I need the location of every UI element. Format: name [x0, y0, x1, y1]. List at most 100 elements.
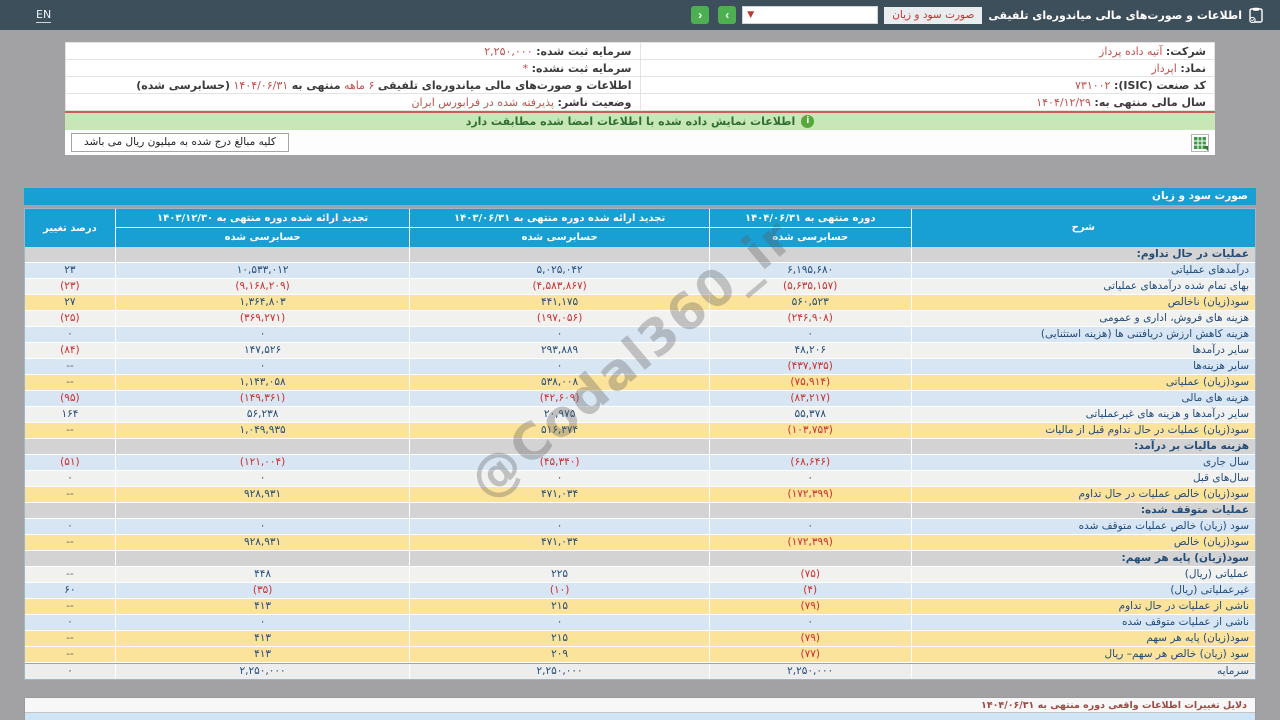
value-cell: -- [25, 423, 115, 438]
row-label: سایر درآمدها و هزینه های غیرعملیاتی [911, 407, 1255, 422]
value-cell: (۵,۶۳۵,۱۵۷) [709, 279, 911, 294]
row-label: سایر هزینه‌ها [911, 359, 1255, 374]
value-cell: (۹۵) [25, 391, 115, 406]
row-label: سال جاری [911, 455, 1255, 470]
report-period-cell: اطلاعات و صورت‌های مالی میاندوره‌ای تلفی… [66, 77, 641, 94]
row-label: عملیات متوقف شده: [911, 503, 1255, 518]
value-cell: ۰ [409, 615, 709, 630]
value-cell: ۱۴۷,۵۲۶ [115, 343, 410, 358]
value-cell: -- [25, 487, 115, 502]
clipboard-icon [1248, 7, 1264, 23]
value-cell: ۲۹۳,۸۸۹ [409, 343, 709, 358]
capital-label: سرمایه ثبت شده: [536, 45, 631, 58]
header-percent-change: درصد تغییر [25, 209, 115, 247]
value-cell: ۰ [25, 519, 115, 534]
value-cell: ۲,۲۵۰,۰۰۰ [115, 664, 410, 679]
value-cell: ۴۸,۲۰۶ [709, 343, 911, 358]
value-cell: ۲,۲۵۰,۰۰۰ [409, 664, 709, 679]
value-cell: ۲۷ [25, 295, 115, 310]
value-cell [25, 247, 115, 262]
info-row: کد صنعت (ISIC): ۷۳۱۰۰۲ اطلاعات و صورت‌ها… [66, 77, 1215, 94]
next-sheet-button[interactable]: › [718, 6, 736, 24]
row-label: بهای تمام شده درآمدهای عملیاتی [911, 279, 1255, 294]
report-prefix: اطلاعات و صورت‌های مالی میاندوره‌ای تلفی… [378, 79, 632, 92]
value-cell: (۴۲,۶۰۹) [409, 391, 709, 406]
symbol-value: اپرداز [1151, 62, 1176, 75]
value-cell: ۱,۱۴۳,۰۵۸ [115, 375, 410, 390]
table-row: بهای تمام شده درآمدهای عملیاتی(۵,۶۳۵,۱۵۷… [25, 279, 1255, 295]
table-title: صورت سود و زیان [24, 188, 1256, 205]
header-audited-label: حسابرسی شده [116, 228, 410, 247]
value-cell: (۹,۱۶۸,۲۰۹) [115, 279, 410, 294]
value-cell: (۷۹) [709, 599, 911, 614]
header-period-current: دوره منتهی به ۱۴۰۴/۰۶/۳۱ حسابرسی شده [709, 209, 911, 247]
table-row: هزینه های فروش، اداری و عمومی(۲۴۶,۹۰۸)(۱… [25, 311, 1255, 327]
table-row: سود(زیان) عملیاتی(۷۵,۹۱۴)۵۳۸,۰۰۸۱,۱۴۳,۰۵… [25, 375, 1255, 391]
value-cell: ۲,۲۵۰,۰۰۰ [709, 664, 911, 679]
value-cell: (۵۱) [25, 455, 115, 470]
previous-sheet-button[interactable]: ‹ [691, 6, 709, 24]
value-cell: ۰ [409, 471, 709, 486]
row-label: هزینه کاهش ارزش دریافتنی ها (هزینه استثن… [911, 327, 1255, 342]
table-row: سال جاری(۶۸,۶۴۶)(۴۵,۳۴۰)(۱۲۱,۰۰۴)(۵۱) [25, 455, 1255, 471]
unit-strip: کلیه مبالغ درج شده به میلیون ریال می باش… [65, 130, 1215, 155]
table-row: غیرعملیاتی (ریال)(۴)(۱۰)(۳۵)۶۰ [25, 583, 1255, 599]
value-cell: (۷۵) [709, 567, 911, 582]
value-cell [115, 439, 410, 454]
language-toggle-en[interactable]: EN [36, 8, 51, 23]
row-label: درآمدهای عملیاتی [911, 263, 1255, 278]
value-cell: (۴۵,۳۴۰) [409, 455, 709, 470]
unregistered-capital-label: سرمایه ثبت نشده: [532, 62, 632, 75]
value-cell: (۴۳۷,۷۳۵) [709, 359, 911, 374]
value-cell: -- [25, 535, 115, 550]
value-cell: (۱۰۳,۷۵۳) [709, 423, 911, 438]
company-value: آتیه داده پرداز [1099, 45, 1162, 58]
table-row: سود (زیان) خالص هر سهم– ریال(۷۷)۲۰۹۴۱۳-- [25, 647, 1255, 663]
value-cell: ۴۴۸ [115, 567, 410, 582]
row-label: سود(زیان) ناخالص [911, 295, 1255, 310]
value-cell: (۶۸,۶۴۶) [709, 455, 911, 470]
value-cell: (۷۹) [709, 631, 911, 646]
value-cell [709, 503, 911, 518]
fiscal-year-cell: سال مالی منتهی به: ۱۴۰۴/۱۲/۲۹ [640, 94, 1215, 111]
value-cell: ۰ [25, 664, 115, 679]
value-cell [25, 551, 115, 566]
row-label: سود (زیان) خالص عملیات متوقف شده [911, 519, 1255, 534]
unregistered-capital-value: * [523, 62, 529, 75]
fiscal-year-label: سال مالی منتهی به: [1094, 96, 1206, 109]
value-cell: ۰ [409, 327, 709, 342]
value-cell: ۴۱۳ [115, 631, 410, 646]
value-cell: ۵,۰۲۵,۰۴۲ [409, 263, 709, 278]
sheet-select-dropdown[interactable]: ▼ [742, 6, 878, 24]
table-row: سرمایه۲,۲۵۰,۰۰۰۲,۲۵۰,۰۰۰۲,۲۵۰,۰۰۰۰ [25, 663, 1255, 679]
value-cell: ۰ [409, 519, 709, 534]
value-cell: ۵۶,۲۳۸ [115, 407, 410, 422]
value-cell: ۹۲۸,۹۳۱ [115, 487, 410, 502]
value-cell: (۴,۵۸۳,۸۶۷) [409, 279, 709, 294]
company-cell: شرکت: آتیه داده پرداز [640, 43, 1215, 60]
footer-partial-row [25, 713, 1255, 720]
excel-export-icon[interactable] [1191, 134, 1209, 152]
value-cell: ۱۰,۵۳۳,۰۱۲ [115, 263, 410, 278]
value-cell [709, 439, 911, 454]
value-cell: (۳۵) [115, 583, 410, 598]
value-cell: ۰ [709, 519, 911, 534]
row-label: عملیاتی (ریال) [911, 567, 1255, 582]
value-cell: (۷۷) [709, 647, 911, 662]
value-cell: ۵۶۰,۵۲۳ [709, 295, 911, 310]
value-cell: ۲۱۵ [409, 631, 709, 646]
value-cell: ۲۱۵ [409, 599, 709, 614]
value-cell: ۲۰,۹۷۵ [409, 407, 709, 422]
fiscal-year-value: ۱۴۰۴/۱۲/۲۹ [1036, 96, 1091, 109]
value-cell: ۰ [25, 327, 115, 342]
value-cell: ۰ [115, 327, 410, 342]
row-label: سال‌های قبل [911, 471, 1255, 486]
unit-note: کلیه مبالغ درج شده به میلیون ریال می باش… [71, 133, 289, 152]
unregistered-capital-cell: سرمایه ثبت نشده: * [66, 60, 641, 77]
value-cell [25, 439, 115, 454]
value-cell: -- [25, 359, 115, 374]
value-cell: ۴۷۱,۰۳۴ [409, 535, 709, 550]
value-cell: (۱۰) [409, 583, 709, 598]
value-cell: ۰ [115, 519, 410, 534]
row-label: هزینه مالیات بر درآمد: [911, 439, 1255, 454]
